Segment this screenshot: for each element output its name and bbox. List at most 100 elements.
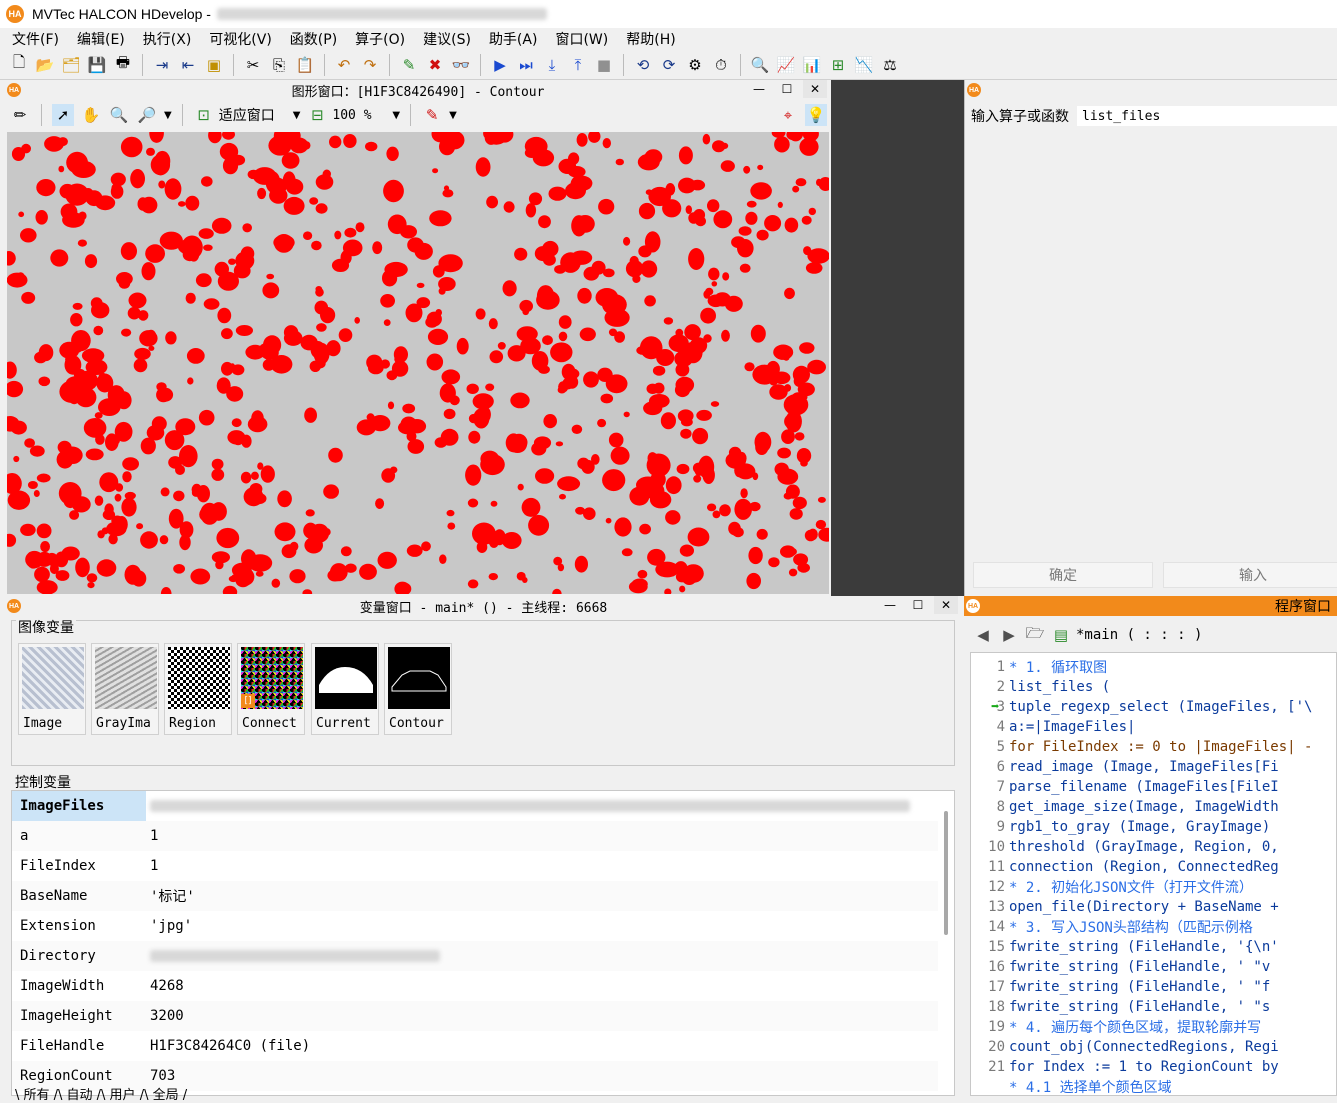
code-line[interactable]: 19 * 4. 遍历每个颜色区域，提取轮廓并写 xyxy=(971,1017,1336,1037)
code-line[interactable]: * 4.1 选择单个颜色区域 xyxy=(971,1077,1336,1095)
menu-help[interactable]: 帮助(H) xyxy=(620,29,687,49)
menu-procedures[interactable]: 函数(P) xyxy=(284,29,349,49)
print-icon[interactable]: 🖶 xyxy=(112,53,134,76)
table-row[interactable]: ImageFiles xyxy=(12,791,938,821)
step-into-icon[interactable]: ⤓ xyxy=(541,54,563,76)
open-example-icon[interactable]: 🗂 xyxy=(60,54,82,76)
new-file-icon[interactable]: 🗋 xyxy=(8,53,30,76)
table-row[interactable]: ImageHeight 3200 xyxy=(12,1001,938,1031)
iconic-var-connected[interactable]: [] Connect xyxy=(237,643,305,735)
operator-input[interactable] xyxy=(1077,106,1337,126)
timer-icon[interactable]: ⏱ xyxy=(710,54,732,76)
edit-procedure-icon[interactable]: 🗁 xyxy=(1024,624,1046,646)
menu-visualization[interactable]: 可视化(V) xyxy=(203,29,284,49)
close-icon[interactable]: ✕ xyxy=(803,80,827,98)
back-arrow-icon[interactable]: ◀ xyxy=(972,624,994,646)
table-row[interactable]: Directory xyxy=(12,941,938,971)
code-line[interactable]: 10 threshold (GrayImage, Region, 0, xyxy=(971,837,1336,857)
fit-window-combo[interactable]: ⊡ 适应窗口 ▼ xyxy=(193,104,300,126)
code-line[interactable]: 11 connection (Region, ConnectedReg xyxy=(971,857,1336,877)
redo-icon[interactable]: ↷ xyxy=(359,54,381,76)
table-row[interactable]: BaseName '标记' xyxy=(12,881,938,911)
code-line[interactable]: 6 read_image (Image, ImageFiles[Fi xyxy=(971,757,1336,777)
menu-suggestions[interactable]: 建议(S) xyxy=(417,29,483,49)
table-row[interactable]: a 1 xyxy=(12,821,938,851)
code-editor[interactable]: 1 * 1. 循环取图 2 list_files (3 tuple_regexp_sel… xyxy=(970,652,1337,1096)
forward-arrow-icon[interactable]: ▶ xyxy=(998,624,1020,646)
variable-tabs[interactable]: \ 所有 /\ 自动 /\ 用户 /\ 全局 / xyxy=(15,1084,187,1103)
histogram-icon[interactable]: 📊 xyxy=(801,54,823,76)
code-line[interactable]: 15 fwrite_string (FileHandle, '{\n' xyxy=(971,937,1336,957)
zoom-in-icon[interactable]: 🔎 xyxy=(136,104,158,126)
code-line[interactable]: 9 rgb1_to_gray (Image, GrayImage) xyxy=(971,817,1336,837)
iconic-var-region[interactable]: Region xyxy=(164,643,232,735)
table-row[interactable]: Extension 'jpg' xyxy=(12,911,938,941)
code-line[interactable]: 16 fwrite_string (FileHandle, ' "v xyxy=(971,957,1336,977)
copy-icon[interactable]: ⎘ xyxy=(268,54,290,76)
menu-window[interactable]: 窗口(W) xyxy=(549,29,620,49)
step-out-icon[interactable]: ⤒ xyxy=(567,54,589,76)
code-line[interactable]: 8 get_image_size(Image, ImageWidth xyxy=(971,797,1336,817)
table-row[interactable]: FileIndex 1 xyxy=(12,851,938,881)
run-icon[interactable]: ▶ xyxy=(489,54,511,76)
hand-icon[interactable]: ✋ xyxy=(80,104,102,126)
code-line[interactable]: 14 * 3. 写入JSON头部结构（匹配示例格 xyxy=(971,917,1336,937)
code-line[interactable]: 2 list_files ( xyxy=(971,677,1336,697)
code-line[interactable]: 17 fwrite_string (FileHandle, ' "f xyxy=(971,977,1336,997)
code-line[interactable]: 5 for FileIndex := 0 to |ImageFiles| - xyxy=(971,737,1336,757)
code-line[interactable]: 7 parse_filename (ImageFiles[FileI xyxy=(971,777,1336,797)
stop-icon[interactable]: ■ xyxy=(593,54,615,76)
settings-icon[interactable]: ⚙ xyxy=(684,54,706,76)
procedure-selector[interactable]: *main ( : : : ) xyxy=(1076,627,1202,643)
maximize-icon[interactable]: ☐ xyxy=(775,80,799,98)
find-icon[interactable]: 👓 xyxy=(450,54,472,76)
cut-icon[interactable]: ✂ xyxy=(242,54,264,76)
iconic-var-contour[interactable]: Contour xyxy=(384,643,452,735)
menu-execute[interactable]: 执行(X) xyxy=(137,29,204,49)
lightbulb-icon[interactable]: 💡 xyxy=(805,104,827,126)
open-file-icon[interactable]: 📂 xyxy=(34,54,56,76)
code-line[interactable]: 3 tuple_regexp_select (ImageFiles, ['\ ➡ xyxy=(971,697,1336,717)
import-icon[interactable]: ⇥ xyxy=(151,54,173,76)
code-line[interactable]: 1 * 1. 循环取图 xyxy=(971,657,1336,677)
step-over-icon[interactable]: ⏭ xyxy=(515,54,537,76)
table-row[interactable]: FileHandle H1F3C84264C0 (file) xyxy=(12,1031,938,1061)
reset-program-icon[interactable]: ⟲ xyxy=(632,54,654,76)
menu-edit[interactable]: 编辑(E) xyxy=(71,29,137,49)
feature-inspection-icon[interactable]: ⚖ xyxy=(879,54,901,76)
ok-button[interactable]: 确定 xyxy=(973,562,1153,588)
zoom-icon[interactable]: 🔍 xyxy=(108,104,130,126)
visualize-icon[interactable]: ▣ xyxy=(203,54,225,76)
code-line[interactable]: 21 for Index := 1 to RegionCount by xyxy=(971,1057,1336,1077)
activate-line-icon[interactable]: ✎ xyxy=(398,54,420,76)
chevron-down-icon[interactable]: ▼ xyxy=(449,110,457,121)
export-icon[interactable]: ⇤ xyxy=(177,54,199,76)
pencil-icon[interactable]: ✏ xyxy=(9,104,31,126)
undo-icon[interactable]: ↶ xyxy=(333,54,355,76)
line-profile-icon[interactable]: 📈 xyxy=(775,54,797,76)
iconic-var-current[interactable]: Current xyxy=(311,643,379,735)
magnifier-icon[interactable]: ⌖ xyxy=(777,104,799,126)
zoom-level-combo[interactable]: ⊟ 100 % ▼ xyxy=(306,104,400,126)
menu-file[interactable]: 文件(F) xyxy=(6,29,71,49)
code-line[interactable]: 20 count_obj(ConnectedRegions, Regi xyxy=(971,1037,1336,1057)
chevron-down-icon[interactable]: ▼ xyxy=(164,110,172,121)
zoom-window-icon[interactable]: ⊞ xyxy=(827,54,849,76)
iconic-var-grayimage[interactable]: GrayIma xyxy=(91,643,159,735)
close-icon[interactable]: ✕ xyxy=(934,596,958,614)
vertical-scrollbar[interactable] xyxy=(944,811,948,935)
pointer-icon[interactable]: ➚ xyxy=(52,104,74,126)
paste-icon[interactable]: 📋 xyxy=(294,54,316,76)
menu-operators[interactable]: 算子(O) xyxy=(349,29,417,49)
iconic-var-image[interactable]: Image xyxy=(18,643,86,735)
table-row[interactable]: ImageWidth 4268 xyxy=(12,971,938,1001)
feature-histogram-icon[interactable]: 📉 xyxy=(853,54,875,76)
code-line[interactable]: 18 fwrite_string (FileHandle, ' "s xyxy=(971,997,1336,1017)
image-analysis-icon[interactable]: 🔍 xyxy=(749,54,771,76)
code-line[interactable]: 12 * 2. 初始化JSON文件（打开文件流） xyxy=(971,877,1336,897)
maximize-icon[interactable]: ☐ xyxy=(906,596,930,614)
menu-assistants[interactable]: 助手(A) xyxy=(483,29,550,49)
deactivate-line-icon[interactable]: ✖ xyxy=(424,54,446,76)
minimize-icon[interactable]: — xyxy=(878,596,902,614)
enter-button[interactable]: 输入 xyxy=(1163,562,1337,588)
